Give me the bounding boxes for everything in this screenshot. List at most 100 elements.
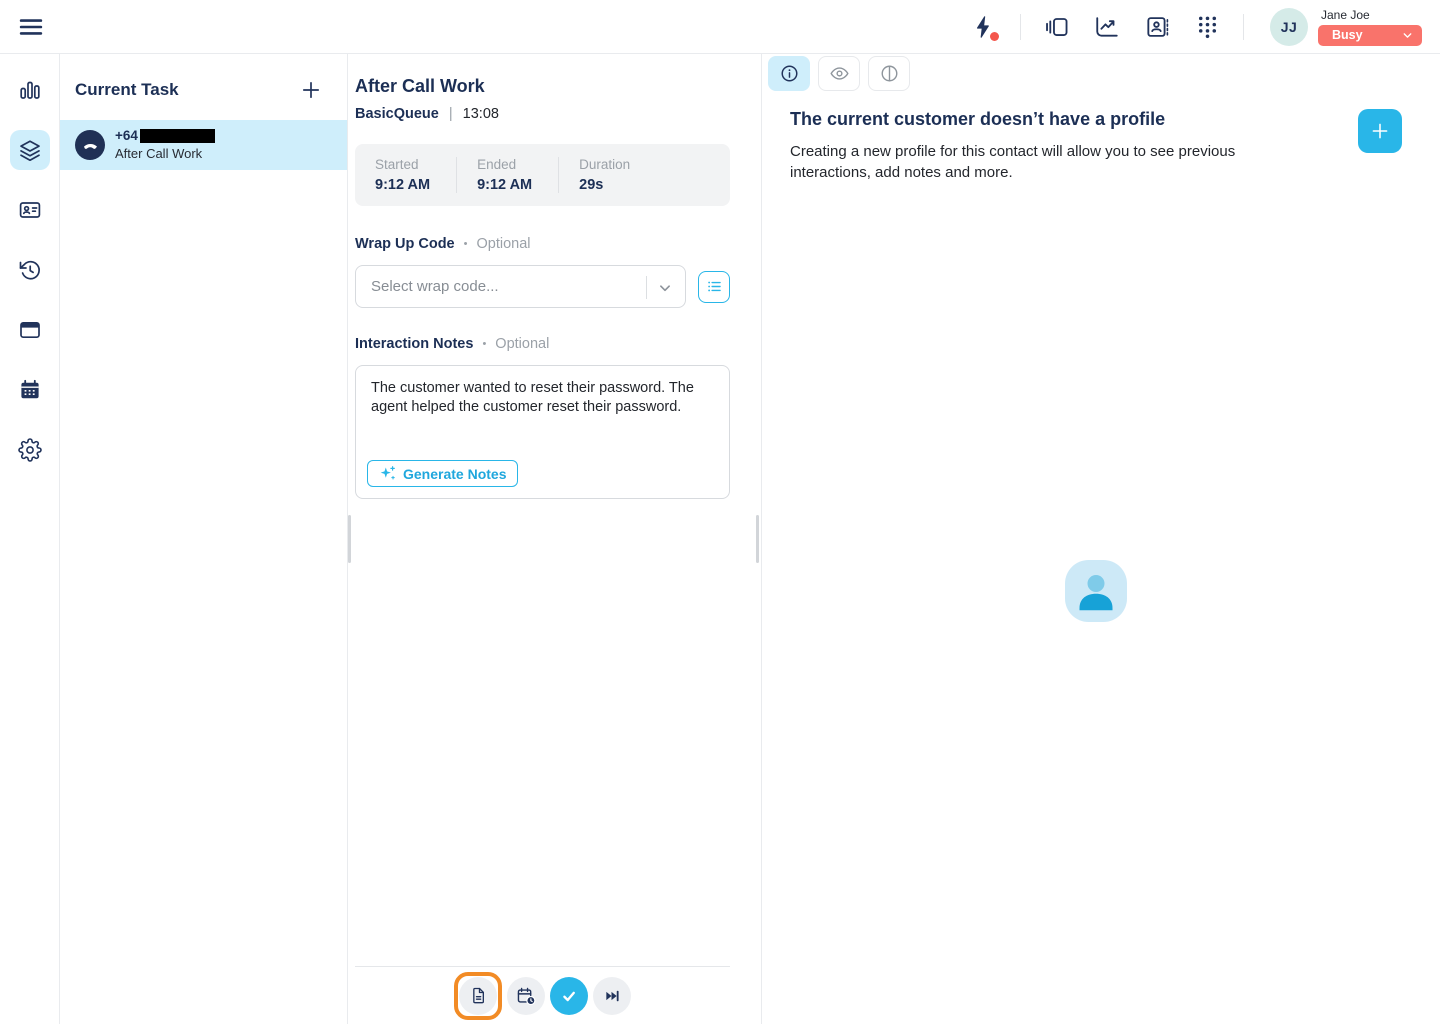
- top-bar: JJ Jane Joe Busy: [0, 0, 1440, 54]
- status-label: Busy: [1332, 28, 1363, 42]
- ended-value: 9:12 AM: [477, 177, 532, 193]
- address-book-icon: [1144, 14, 1170, 40]
- plus-icon: [1369, 120, 1391, 142]
- bullet: •: [464, 238, 468, 250]
- check-icon: [558, 985, 580, 1007]
- user-avatar[interactable]: JJ: [1270, 8, 1308, 46]
- add-task-button[interactable]: [299, 78, 323, 102]
- chevron-down-icon: [1401, 29, 1414, 42]
- task-subtitle: After Call Work: [115, 146, 215, 161]
- interaction-notes-input[interactable]: The customer wanted to reset their passw…: [355, 365, 730, 499]
- sidebar-item-tasks[interactable]: [10, 130, 50, 170]
- after-call-work-panel: After Call Work BasicQueue | 13:08 Start…: [348, 54, 762, 1024]
- interaction-notes-label: Interaction Notes: [355, 336, 473, 352]
- divider: [646, 276, 647, 299]
- tab-info[interactable]: [768, 56, 810, 91]
- hamburger-menu-button[interactable]: [17, 13, 45, 41]
- document-icon: [468, 986, 488, 1006]
- left-navigation-rail: [0, 54, 60, 1024]
- sidebar-item-settings[interactable]: [10, 430, 50, 470]
- task-phone-prefix: +64: [115, 129, 138, 143]
- dialpad-button[interactable]: [1193, 13, 1221, 41]
- duration-label: Duration: [579, 157, 630, 172]
- phone-call-icon: [75, 130, 105, 160]
- acw-footer-toolbar: [355, 966, 730, 1024]
- sidebar-item-calendar[interactable]: [10, 370, 50, 410]
- status-dropdown[interactable]: Busy: [1318, 25, 1422, 46]
- generate-notes-label: Generate Notes: [403, 466, 506, 482]
- layers-icon: [18, 138, 42, 162]
- sidebar-item-contact-card[interactable]: [10, 190, 50, 230]
- elapsed-time: 13:08: [463, 106, 499, 122]
- wrap-up-code-label: Wrap Up Code: [355, 236, 455, 252]
- customer-avatar-placeholder: [1065, 560, 1127, 622]
- sidebar-item-history[interactable]: [10, 250, 50, 290]
- chevron-down-icon: [654, 277, 676, 299]
- user-name: Jane Joe: [1318, 8, 1422, 22]
- bullet: •: [482, 338, 486, 350]
- browser-window-icon: [18, 318, 42, 342]
- tutorial-highlight-box: [454, 972, 502, 1020]
- current-task-panel: Current Task +64 After Call Work: [60, 54, 348, 1024]
- history-icon: [18, 258, 42, 282]
- contact-card-icon: [18, 198, 42, 222]
- scrollbar-thumb-left[interactable]: [348, 515, 351, 563]
- contacts-button[interactable]: [1143, 13, 1171, 41]
- panels-icon: [1044, 14, 1070, 40]
- notes-optional-label: Optional: [495, 336, 549, 352]
- handset-icon: [82, 137, 99, 154]
- sparkle-icon: [379, 465, 396, 482]
- gear-icon: [18, 438, 42, 462]
- quick-actions-button[interactable]: [970, 13, 998, 41]
- duration-value: 29s: [579, 177, 630, 193]
- wrap-up-optional-label: Optional: [476, 236, 530, 252]
- panels-button[interactable]: [1043, 13, 1071, 41]
- notification-dot: [990, 32, 999, 41]
- profile-tabs: [762, 54, 1440, 91]
- queue-name: BasicQueue: [355, 106, 439, 122]
- separator: |: [449, 106, 453, 122]
- ended-label: Ended: [477, 157, 532, 172]
- redacted-phone-number: [140, 129, 215, 143]
- divider: [1020, 14, 1021, 40]
- divider: [1243, 14, 1244, 40]
- scrollbar-thumb-right[interactable]: [756, 515, 759, 563]
- schedule-callback-button[interactable]: [507, 977, 545, 1015]
- wrap-code-placeholder: Select wrap code...: [371, 278, 499, 295]
- dialpad-icon: [1195, 14, 1220, 39]
- task-list-item[interactable]: +64 After Call Work: [60, 120, 347, 170]
- line-chart-icon: [1094, 14, 1120, 40]
- customer-profile-panel: The current customer doesn’t have a prof…: [762, 54, 1440, 1024]
- tab-split-view[interactable]: [868, 56, 910, 91]
- sidebar-item-browser[interactable]: [10, 310, 50, 350]
- started-label: Started: [375, 157, 430, 172]
- started-value: 9:12 AM: [375, 177, 430, 193]
- acw-title: After Call Work: [355, 76, 730, 97]
- skip-to-next-button[interactable]: [593, 977, 631, 1015]
- calendar-icon: [18, 378, 42, 402]
- wrap-code-list-button[interactable]: [698, 271, 730, 303]
- user-chip: JJ Jane Joe Busy: [1270, 8, 1422, 46]
- sidebar-item-analytics[interactable]: [10, 70, 50, 110]
- bar-chart-icon: [18, 78, 42, 102]
- wrap-code-select[interactable]: Select wrap code...: [355, 265, 686, 308]
- call-meta-box: Started 9:12 AM Ended 9:12 AM Duration 2…: [355, 144, 730, 206]
- notes-document-button[interactable]: [459, 977, 497, 1015]
- person-icon: [1065, 560, 1127, 622]
- notes-text: The customer wanted to reset their passw…: [371, 379, 714, 417]
- no-profile-heading: The current customer doesn’t have a prof…: [790, 109, 1270, 130]
- calendar-clock-icon: [516, 986, 537, 1007]
- hamburger-icon: [17, 13, 45, 41]
- info-icon: [779, 63, 800, 84]
- task-panel-title: Current Task: [75, 80, 179, 100]
- list-icon: [705, 277, 724, 296]
- tab-view[interactable]: [818, 56, 860, 91]
- create-profile-button[interactable]: [1358, 109, 1402, 153]
- generate-notes-button[interactable]: Generate Notes: [367, 460, 518, 487]
- skip-end-icon: [602, 986, 622, 1006]
- no-profile-description: Creating a new profile for this contact …: [790, 141, 1270, 183]
- eye-icon: [829, 63, 850, 84]
- complete-task-button[interactable]: [550, 977, 588, 1015]
- split-circle-icon: [879, 63, 900, 84]
- metrics-button[interactable]: [1093, 13, 1121, 41]
